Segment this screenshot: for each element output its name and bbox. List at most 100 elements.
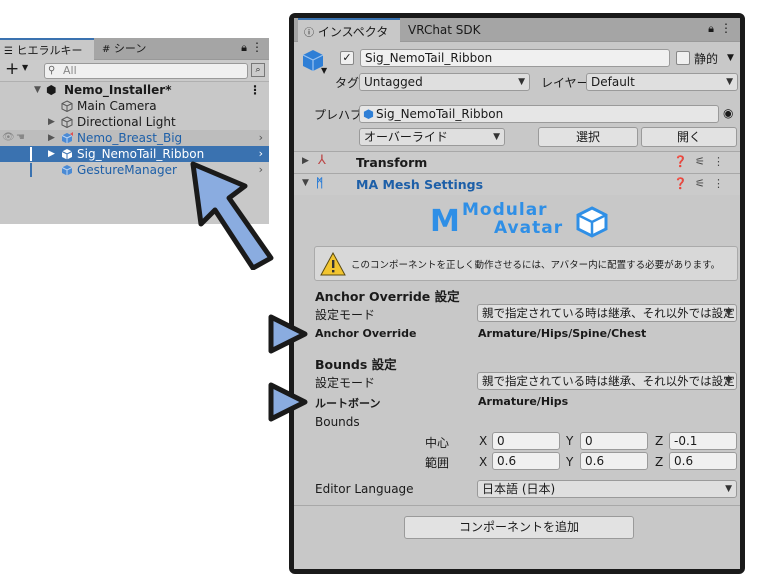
annotation-arrowhead-icon — [268, 382, 308, 422]
transform-icon: ⅄ — [318, 153, 326, 168]
center-x-field[interactable]: 0 — [492, 432, 560, 450]
more-menu-icon[interactable]: ⋮ — [720, 21, 732, 35]
section-title: Bounds 設定 — [315, 357, 397, 372]
chevron-down-icon[interactable]: ▼ — [321, 66, 327, 75]
inspector-tabbar: ⓘ インスペクター VRChat SDK 🔒︎ ⋮ — [294, 18, 740, 65]
more-menu-icon[interactable]: ⋮ — [249, 82, 261, 98]
expand-arrow-icon[interactable]: ▶ — [48, 130, 55, 146]
more-menu-icon[interactable]: ⋮ — [251, 40, 263, 54]
active-checkbox[interactable]: ✓ — [340, 51, 354, 65]
field-label: ルートボーン — [315, 397, 381, 410]
transform-header[interactable]: ▶ ⅄ Transform ❓⚟⋮ — [294, 151, 740, 173]
lock-icon[interactable]: 🔒︎ — [241, 41, 247, 55]
list-item[interactable]: 👁︎ ☚ ▶ Nemo_Breast_Big › — [0, 130, 269, 146]
static-checkbox[interactable] — [676, 51, 690, 65]
layer-label: レイヤー — [541, 76, 589, 90]
axis-label: Y — [566, 455, 574, 469]
axis-label: X — [479, 455, 488, 469]
prefab-icon — [61, 149, 73, 160]
gameobject-icon — [61, 116, 73, 128]
open-button[interactable]: 開く — [641, 127, 737, 147]
chevron-down-icon[interactable]: ▼ — [727, 53, 734, 63]
chevron-down-icon: ▼ — [493, 132, 500, 142]
chevron-down-icon: ▼ — [726, 77, 733, 87]
chevron-down-icon[interactable]: ▼ — [22, 63, 28, 72]
component-header-icons[interactable]: ❓⚟⋮ — [673, 155, 732, 168]
annotation-arrowhead-icon — [268, 314, 308, 354]
scene-search-icon[interactable]: ⌕ — [251, 63, 265, 77]
modular-avatar-icon: ᛗ — [316, 176, 324, 190]
visibility-eye-icon[interactable]: 👁︎ — [2, 130, 15, 146]
expand-arrow-icon[interactable]: ▶ — [48, 146, 55, 162]
field-label: 設定モード — [315, 376, 376, 390]
layer-dropdown[interactable]: Default ▼ — [586, 73, 738, 91]
bounds-mode-dropdown[interactable]: 親で指定されている時は継承、それ以外では設定 ▼ — [477, 372, 737, 390]
field-label: Anchor Override — [315, 327, 417, 340]
extent-z-field[interactable]: 0.6 — [669, 452, 737, 470]
tab-scene[interactable]: # シーン — [98, 38, 162, 60]
editor-language-dropdown[interactable]: 日本語 (日本) ▼ — [477, 480, 737, 498]
center-z-field[interactable]: -0.1 — [669, 432, 737, 450]
tab-inspector[interactable]: ⓘ インスペクター — [298, 18, 400, 65]
target-picker-icon[interactable]: ◉ — [723, 106, 733, 120]
object-name-field[interactable]: Sig_NemoTail_Ribbon — [360, 49, 670, 67]
prefab-icon — [61, 132, 73, 144]
override-marker — [30, 147, 32, 161]
axis-label: Z — [655, 455, 664, 469]
warning-icon — [320, 252, 346, 276]
anchor-mode-dropdown[interactable]: 親で指定されている時は継承、それ以外では設定 ▼ — [477, 304, 737, 322]
select-button[interactable]: 選択 — [538, 127, 638, 147]
field-label: 設定モード — [315, 308, 376, 322]
logo-cube-icon — [576, 206, 608, 238]
inspector-panel: ⓘ インスペクター VRChat SDK 🔒︎ ⋮ ▼ ✓ Sig_NemoTa… — [294, 18, 740, 569]
expand-arrow-icon[interactable]: ▼ — [34, 82, 41, 98]
search-icon: ⚲ — [48, 65, 56, 76]
component-header-icons[interactable]: ❓⚟⋮ — [673, 177, 732, 190]
gameobject-icon — [61, 100, 73, 112]
search-input[interactable]: ⚲ All — [44, 63, 248, 79]
field-label: 中心 — [425, 436, 450, 450]
logo-m-glyph: M — [430, 204, 460, 239]
prefab-icon — [363, 109, 374, 120]
anchor-override-value[interactable]: Armature/Hips/Spine/Chest — [478, 327, 646, 340]
chevron-right-icon[interactable]: › — [259, 130, 263, 146]
unity-scene-icon: ⬢ — [46, 83, 57, 97]
center-y-field[interactable]: 0 — [580, 432, 648, 450]
root-bone-value[interactable]: Armature/Hips — [478, 395, 568, 408]
chevron-down-icon: ▼ — [725, 484, 732, 494]
warning-box: このコンポーネントを正しく動作させるには、アバター内に配置する必要があります。 — [314, 246, 738, 281]
expand-arrow-icon[interactable]: ▶ — [48, 114, 55, 130]
expand-arrow-icon[interactable]: ▶ — [302, 156, 309, 166]
ma-mesh-settings-header[interactable]: ▼ ᛗ MA Mesh Settings ❓⚟⋮ — [294, 173, 740, 195]
prefab-icon — [61, 165, 73, 176]
tab-hierarchy[interactable]: ☰ ヒエラルキー — [0, 38, 94, 60]
hierarchy-toolbar: + ▼ ⚲ All ⌕ — [0, 59, 269, 82]
axis-label: Z — [655, 434, 664, 448]
info-icon: ⓘ — [304, 28, 314, 39]
modular-avatar-logo: M Modular Avatar — [426, 198, 616, 242]
extent-x-field[interactable]: 0.6 — [492, 452, 560, 470]
section-title: Anchor Override 設定 — [315, 289, 460, 304]
override-marker — [30, 163, 32, 177]
pick-hand-icon[interactable]: ☚ — [16, 130, 25, 146]
expand-arrow-icon[interactable]: ▼ — [302, 178, 309, 188]
scene-row[interactable]: ▼ ⬢ Nemo_Installer* ⋮ — [0, 82, 269, 98]
list-item[interactable]: ▶ Directional Light — [0, 114, 269, 130]
tag-dropdown[interactable]: Untagged ▼ — [359, 73, 530, 91]
overrides-dropdown[interactable]: オーバーライド ▼ — [359, 128, 505, 146]
field-label: Editor Language — [315, 482, 414, 496]
hierarchy-tabbar: ☰ ヒエラルキー # シーン 🔒︎ ⋮ — [0, 38, 269, 60]
add-icon[interactable]: + — [5, 59, 19, 79]
prefab-asset-field[interactable]: Sig_NemoTail_Ribbon — [359, 105, 719, 123]
axis-label: Y — [566, 434, 574, 448]
extent-y-field[interactable]: 0.6 — [580, 452, 648, 470]
tag-label: タグ — [335, 76, 360, 90]
chevron-down-icon: ▼ — [518, 77, 525, 87]
list-item[interactable]: Main Camera — [0, 98, 269, 114]
field-label: Bounds — [315, 415, 360, 429]
tab-vrchat-sdk[interactable]: VRChat SDK — [402, 18, 502, 42]
divider — [294, 505, 740, 506]
field-label: 範囲 — [425, 456, 450, 470]
lock-icon[interactable]: 🔒︎ — [708, 22, 714, 36]
add-component-button[interactable]: コンポーネントを追加 — [404, 516, 634, 539]
